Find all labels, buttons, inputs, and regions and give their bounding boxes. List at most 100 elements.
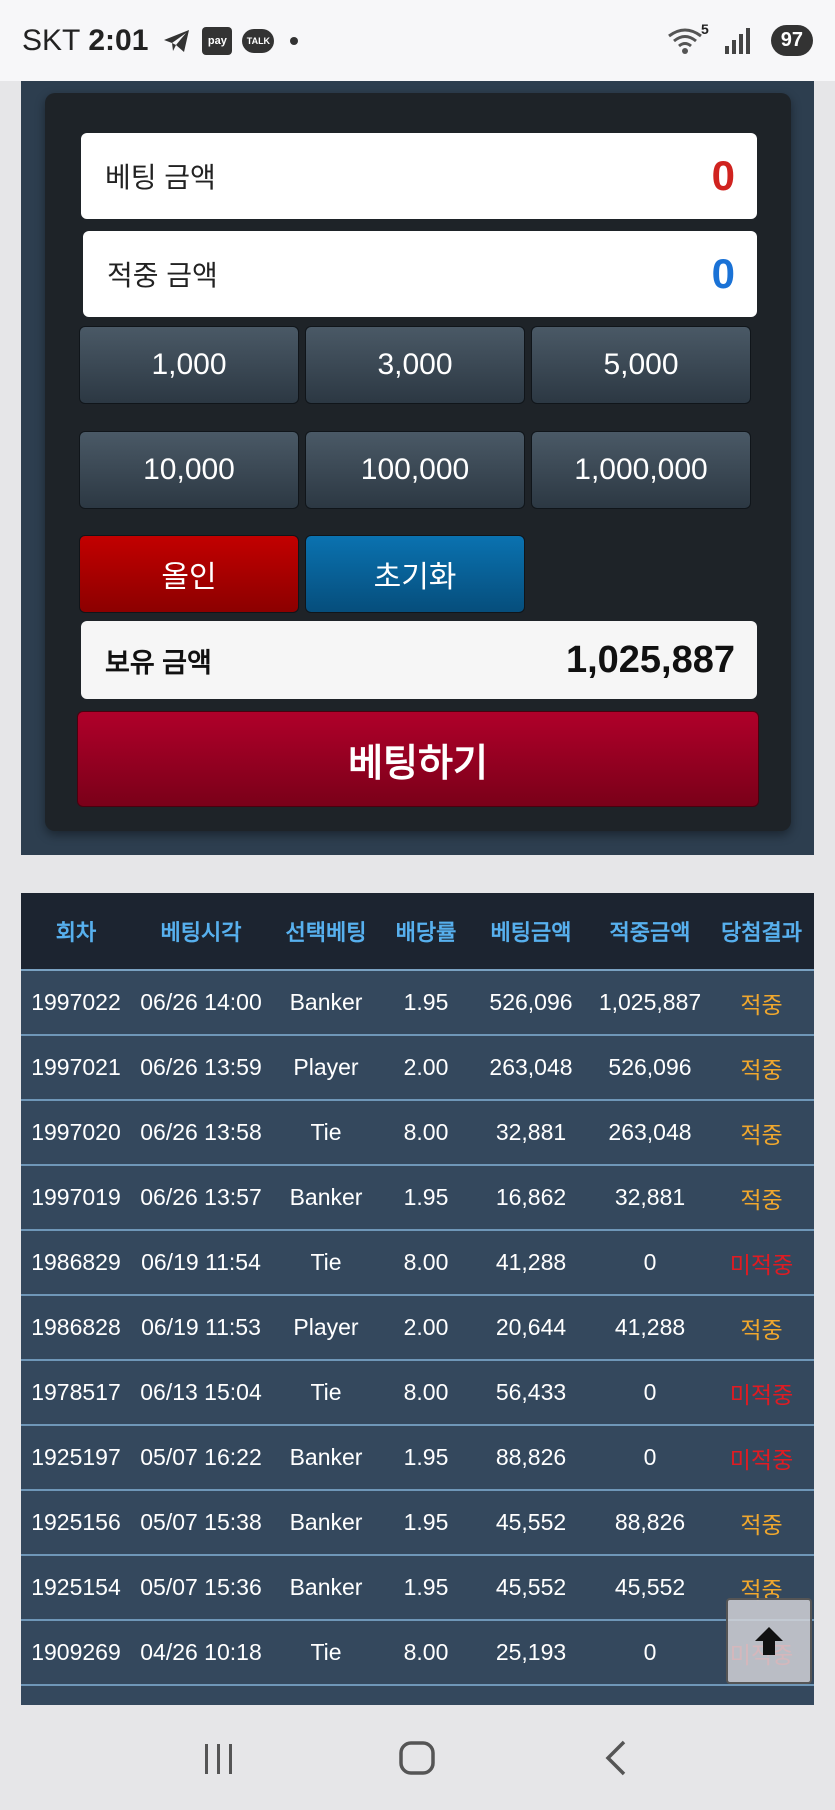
table-row: 1925156 05/07 15:38 Banker 1.95 45,552 88,826… [21, 1490, 814, 1555]
place-bet-button[interactable]: 베팅하기 [77, 711, 759, 807]
cell-bet-time: 06/19 11:54 [141, 1249, 261, 1275]
cell-win-amount: 263,048 [608, 1119, 692, 1145]
cell-bet-time: 05/07 16:22 [140, 1444, 262, 1470]
bet-amount-label: 베팅 금액 [105, 162, 216, 193]
home-button[interactable] [377, 1728, 457, 1788]
cell-odds: 2.00 [403, 1314, 449, 1340]
cell-bet-amount: 41,288 [495, 1249, 567, 1275]
wifi-icon: 5 [667, 21, 709, 55]
recent-apps-icon [205, 1744, 233, 1774]
scroll-top-button[interactable] [726, 1598, 812, 1684]
balance-box: 보유 금액 1,025,887 [81, 621, 757, 699]
header-odds: 배당률 [381, 893, 471, 971]
cell-win-amount: 526,096 [608, 1054, 692, 1080]
header-bet-amount: 베팅금액 [471, 893, 591, 971]
battery-indicator: 97 [770, 25, 813, 56]
talk-icon: TALK [242, 28, 275, 53]
cell-selection: Tie [310, 1249, 342, 1275]
cell-odds: 8.00 [403, 1379, 449, 1405]
cell-odds: 8.00 [403, 1119, 449, 1145]
cell-bet-time: 06/26 13:57 [140, 1184, 262, 1210]
cell-result: 미적중 [729, 1251, 794, 1278]
table-row: 1978517 06/13 15:04 Tie 8.00 56,433 0 미적중 [21, 1360, 814, 1425]
cell-win-amount: 41,288 [614, 1314, 686, 1340]
chip-button-5000[interactable]: 5,000 [531, 326, 751, 404]
cell-result: 적중 [740, 1186, 783, 1213]
chip-button-100000[interactable]: 100,000 [305, 431, 525, 509]
cell-selection: Banker [289, 1444, 363, 1470]
table-body: 1997022 06/26 14:00 Banker 1.95 526,096 1,025… [21, 970, 814, 1685]
cell-bet-amount: 16,862 [495, 1184, 567, 1210]
cell-win-amount: 88,826 [614, 1509, 686, 1535]
chip-button-3000[interactable]: 3,000 [305, 326, 525, 404]
cell-win-amount: 0 [643, 1639, 657, 1665]
cell-result: 적중 [740, 1511, 783, 1538]
carrier-label: SKT [22, 23, 81, 57]
cell-round: 1909269 [31, 1639, 121, 1665]
cell-bet-amount: 25,193 [495, 1639, 567, 1665]
cell-bet-amount: 20,644 [495, 1314, 567, 1340]
cell-result: 미적중 [729, 1381, 794, 1408]
telegram-icon [162, 27, 192, 55]
table-row: 1986828 06/19 11:53 Player 2.00 20,644 41,288… [21, 1295, 814, 1360]
cell-round: 1997022 [31, 989, 121, 1015]
header-selection: 선택베팅 [271, 893, 381, 971]
cell-win-amount: 0 [643, 1249, 657, 1275]
table-row: 1925154 05/07 15:36 Banker 1.95 45,552 45,552… [21, 1555, 814, 1620]
cell-round: 1986828 [31, 1314, 121, 1340]
home-icon [399, 1741, 436, 1775]
back-button[interactable] [576, 1728, 656, 1788]
all-in-button[interactable]: 올인 [79, 535, 299, 613]
cell-odds: 2.00 [403, 1054, 449, 1080]
cell-bet-amount: 32,881 [495, 1119, 567, 1145]
chip-button-1000000[interactable]: 1,000,000 [531, 431, 751, 509]
cell-selection: Banker [289, 1574, 363, 1600]
cell-selection: Banker [289, 1184, 363, 1210]
table-row: 1986829 06/19 11:54 Tie 8.00 41,288 0 미적중 [21, 1230, 814, 1295]
chip-button-1000[interactable]: 1,000 [79, 326, 299, 404]
cell-bet-amount: 45,552 [495, 1509, 567, 1535]
cell-round: 1997020 [31, 1119, 121, 1145]
recent-apps-button[interactable] [179, 1728, 259, 1788]
cell-bet-amount: 45,552 [495, 1574, 567, 1600]
cell-selection: Player [293, 1314, 359, 1340]
cell-bet-time: 05/07 15:36 [140, 1574, 262, 1600]
cell-win-amount: 0 [643, 1444, 657, 1470]
cell-result: 적중 [740, 1316, 783, 1343]
cell-selection: Tie [310, 1639, 342, 1665]
win-amount-label: 적중 금액 [107, 260, 218, 291]
cell-win-amount: 1,025,887 [598, 989, 702, 1015]
cell-odds: 1.95 [403, 1444, 449, 1470]
system-nav-bar [0, 1706, 835, 1810]
reset-button[interactable]: 초기화 [305, 535, 525, 613]
table-row: 1997021 06/26 13:59 Player 2.00 263,048 526,0… [21, 1035, 814, 1100]
cell-result: 미적중 [729, 1446, 794, 1473]
cell-odds: 8.00 [403, 1639, 449, 1665]
bet-panel-container: 베팅 금액 0 적중 금액 0 1,000 3,000 5,000 10,000… [21, 81, 814, 855]
cell-bet-time: 05/07 15:38 [140, 1509, 262, 1535]
cell-selection: Banker [289, 1509, 363, 1535]
cell-bet-time: 06/26 13:59 [140, 1054, 262, 1080]
cell-bet-time: 06/26 13:58 [140, 1119, 262, 1145]
bet-amount-value: 0 [711, 152, 735, 199]
notification-dot-icon [290, 36, 299, 45]
wifi-label: 5 [700, 20, 709, 37]
bet-history-table[interactable]: 회차 베팅시각 선택베팅 배당률 베팅금액 적중금액 당첨결과 1997022 0… [21, 893, 814, 1705]
table-row: 1997019 06/26 13:57 Banker 1.95 16,862 32,881… [21, 1165, 814, 1230]
header-result: 당첨결과 [709, 893, 814, 971]
cell-round: 1997019 [31, 1184, 121, 1210]
header-bet-time: 베팅시각 [131, 893, 271, 971]
cell-selection: Tie [310, 1119, 342, 1145]
pay-icon: pay [202, 26, 233, 55]
bet-amount-box: 베팅 금액 0 [81, 133, 757, 219]
win-amount-box: 적중 금액 0 [83, 231, 757, 317]
cell-bet-amount: 56,433 [495, 1379, 567, 1405]
table-row: 1997020 06/26 13:58 Tie 8.00 32,881 263,048 적중 [21, 1100, 814, 1165]
arrow-up-icon [755, 1627, 783, 1655]
cell-bet-amount: 526,096 [489, 989, 573, 1015]
cell-round: 1986829 [31, 1249, 121, 1275]
signal-icon [723, 27, 751, 54]
cell-odds: 1.95 [403, 1509, 449, 1535]
table-header-row: 회차 베팅시각 선택베팅 배당률 베팅금액 적중금액 당첨결과 [21, 893, 814, 971]
chip-button-10000[interactable]: 10,000 [79, 431, 299, 509]
